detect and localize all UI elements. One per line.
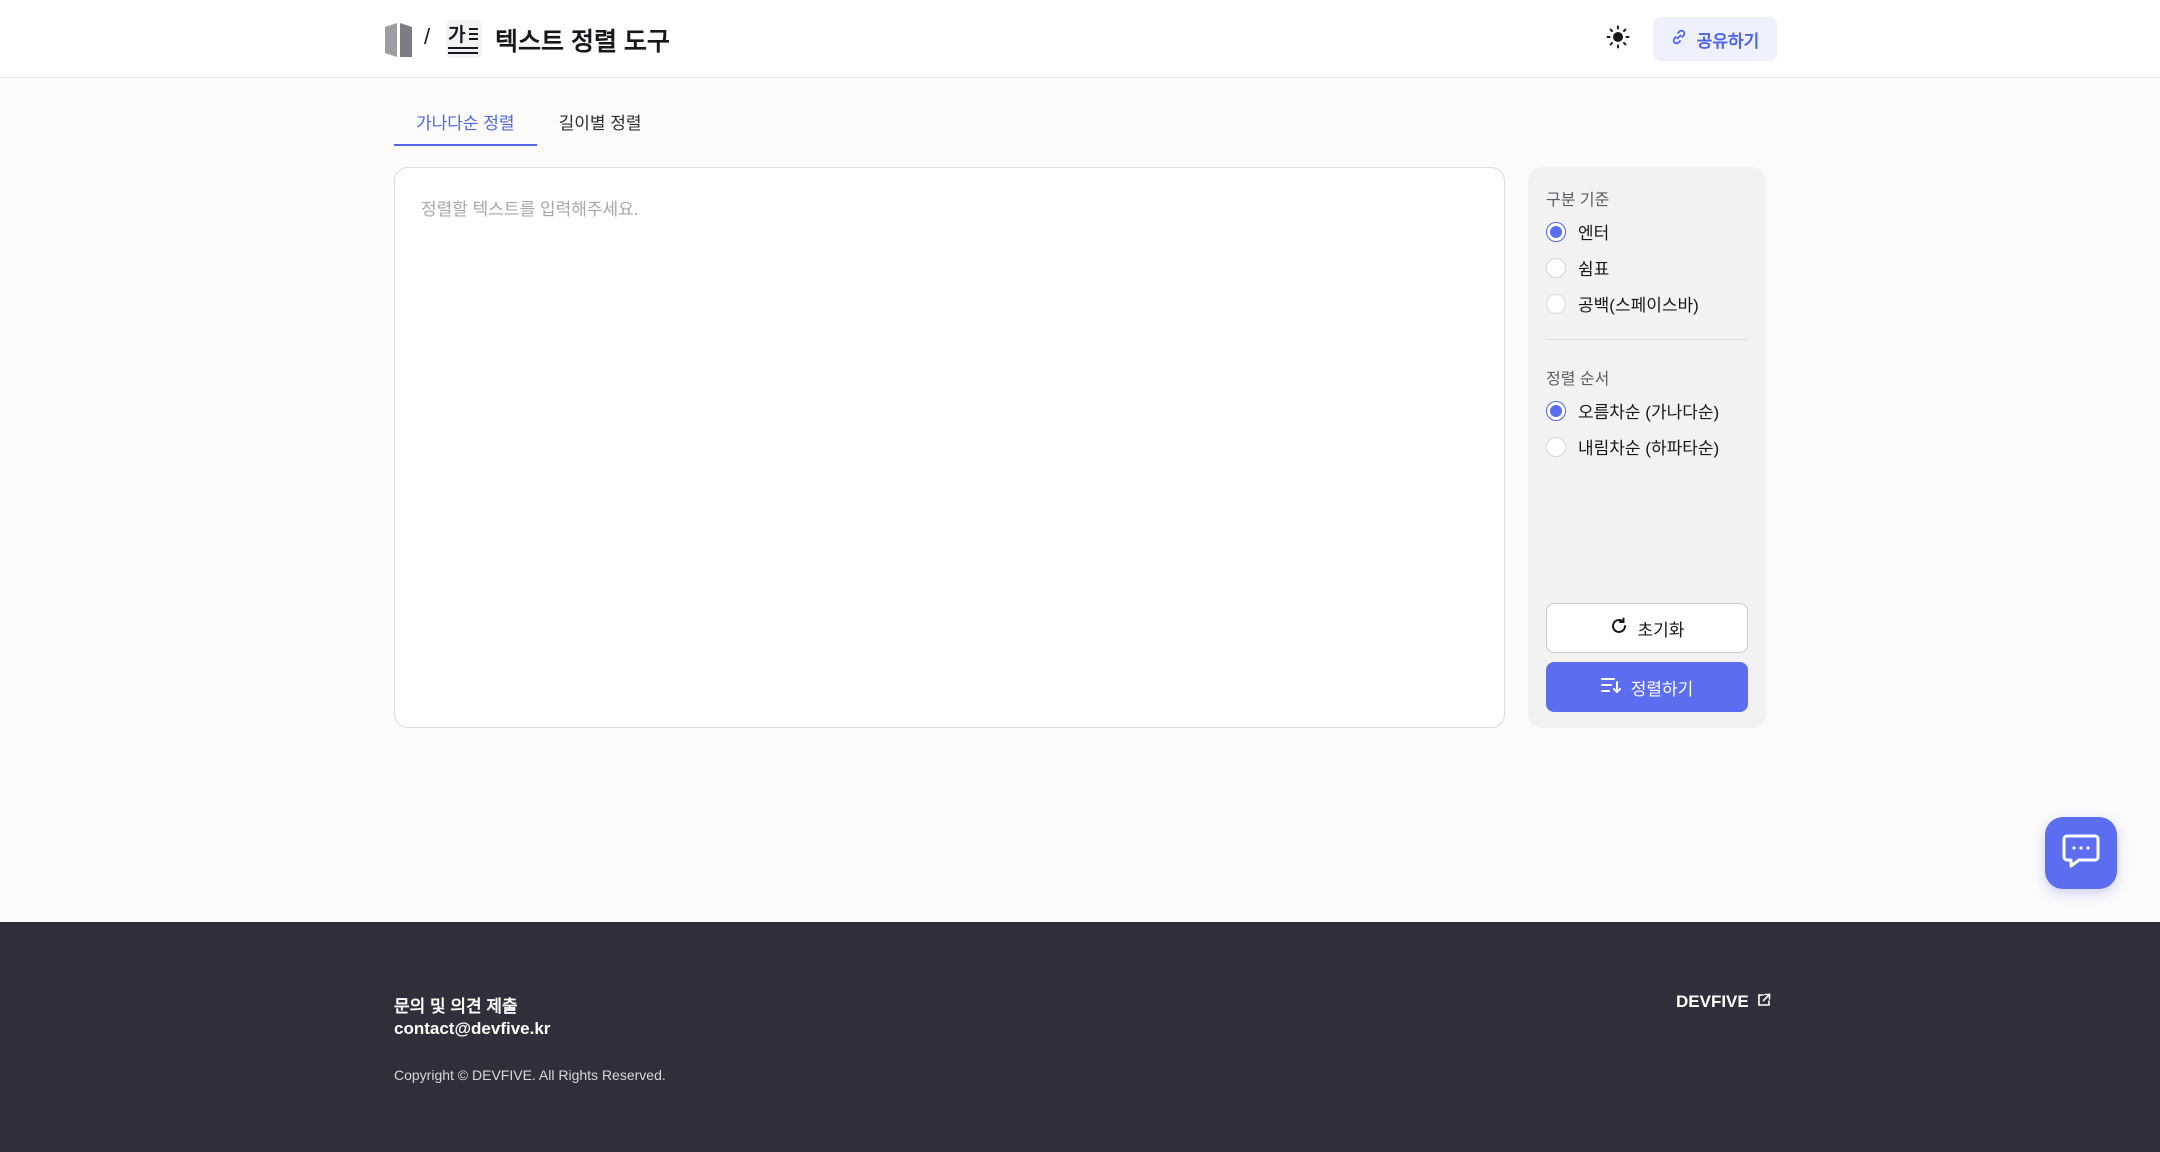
tool-icon-glyph: 가 bbox=[448, 24, 466, 46]
radio-label: 공백(스페이스바) bbox=[1578, 296, 1699, 315]
tab-alphabetical-sort[interactable]: 가나다순 정렬 bbox=[394, 96, 537, 146]
sort-button[interactable]: 정렬하기 bbox=[1546, 662, 1748, 712]
refresh-icon bbox=[1610, 617, 1628, 640]
radio-label: 쉼표 bbox=[1578, 260, 1610, 279]
page-title: 텍스트 정렬 도구 bbox=[495, 28, 670, 56]
tab-length-sort[interactable]: 길이별 정렬 bbox=[537, 96, 664, 146]
share-button-label: 공유하기 bbox=[1696, 31, 1760, 51]
sort-button-label: 정렬하기 bbox=[1630, 679, 1694, 699]
text-input-area bbox=[394, 167, 1505, 728]
order-group-title: 정렬 순서 bbox=[1546, 371, 1610, 388]
text-sort-icon: 가 bbox=[446, 20, 482, 58]
separator-group-title: 구분 기준 bbox=[1546, 192, 1610, 209]
radio-order-descending[interactable]: 내림차순 (하파타순) bbox=[1546, 434, 1719, 459]
options-panel: 구분 기준 엔터 쉼표 공백(스페이스바) 정렬 순서 오름차순 (가나다순) … bbox=[1528, 167, 1766, 728]
breadcrumb-separator: / bbox=[424, 24, 431, 49]
page-footer: 문의 및 의견 제출 contact@devfive.kr Copyright … bbox=[0, 922, 2160, 1152]
book-logo-icon[interactable] bbox=[383, 23, 415, 57]
reset-button[interactable]: 초기화 bbox=[1546, 603, 1748, 653]
devfive-link-label: DEVFIVE bbox=[1676, 992, 1749, 1011]
radio-indicator bbox=[1546, 293, 1566, 314]
radio-label: 엔터 bbox=[1578, 224, 1610, 243]
chat-bubble-icon bbox=[2061, 832, 2101, 875]
sort-mode-tabs: 가나다순 정렬 길이별 정렬 bbox=[394, 96, 664, 146]
radio-indicator bbox=[1546, 436, 1566, 457]
reset-button-label: 초기화 bbox=[1637, 620, 1685, 640]
radio-indicator bbox=[1546, 257, 1566, 278]
footer-email-link[interactable]: contact@devfive.kr bbox=[394, 1019, 550, 1039]
top-header: / 가 텍스트 정렬 도구 공유하기 bbox=[0, 0, 2160, 78]
footer-inquiry-heading: 문의 및 의견 제출 bbox=[394, 997, 518, 1016]
external-link-icon bbox=[1757, 992, 1771, 1012]
devfive-link[interactable]: DEVFIVE bbox=[1676, 992, 1771, 1012]
radio-label: 내림차순 (하파타순) bbox=[1578, 439, 1720, 458]
options-divider bbox=[1546, 339, 1748, 340]
chat-button[interactable] bbox=[2045, 817, 2117, 889]
radio-order-ascending[interactable]: 오름차순 (가나다순) bbox=[1546, 398, 1719, 423]
radio-indicator bbox=[1546, 221, 1566, 242]
radio-separator-space[interactable]: 공백(스페이스바) bbox=[1546, 291, 1699, 316]
radio-indicator bbox=[1546, 400, 1566, 421]
sort-lines-icon bbox=[1600, 676, 1621, 699]
radio-separator-comma[interactable]: 쉼표 bbox=[1546, 255, 1609, 280]
link-icon bbox=[1671, 29, 1687, 50]
text-input[interactable] bbox=[395, 168, 1504, 727]
sun-icon bbox=[1606, 25, 1630, 54]
footer-copyright: Copyright © DEVFIVE. All Rights Reserved… bbox=[394, 1067, 666, 1083]
radio-label: 오름차순 (가나다순) bbox=[1578, 403, 1720, 422]
radio-separator-enter[interactable]: 엔터 bbox=[1546, 219, 1609, 244]
share-button[interactable]: 공유하기 bbox=[1653, 17, 1777, 61]
theme-toggle-button[interactable] bbox=[1600, 24, 1636, 54]
